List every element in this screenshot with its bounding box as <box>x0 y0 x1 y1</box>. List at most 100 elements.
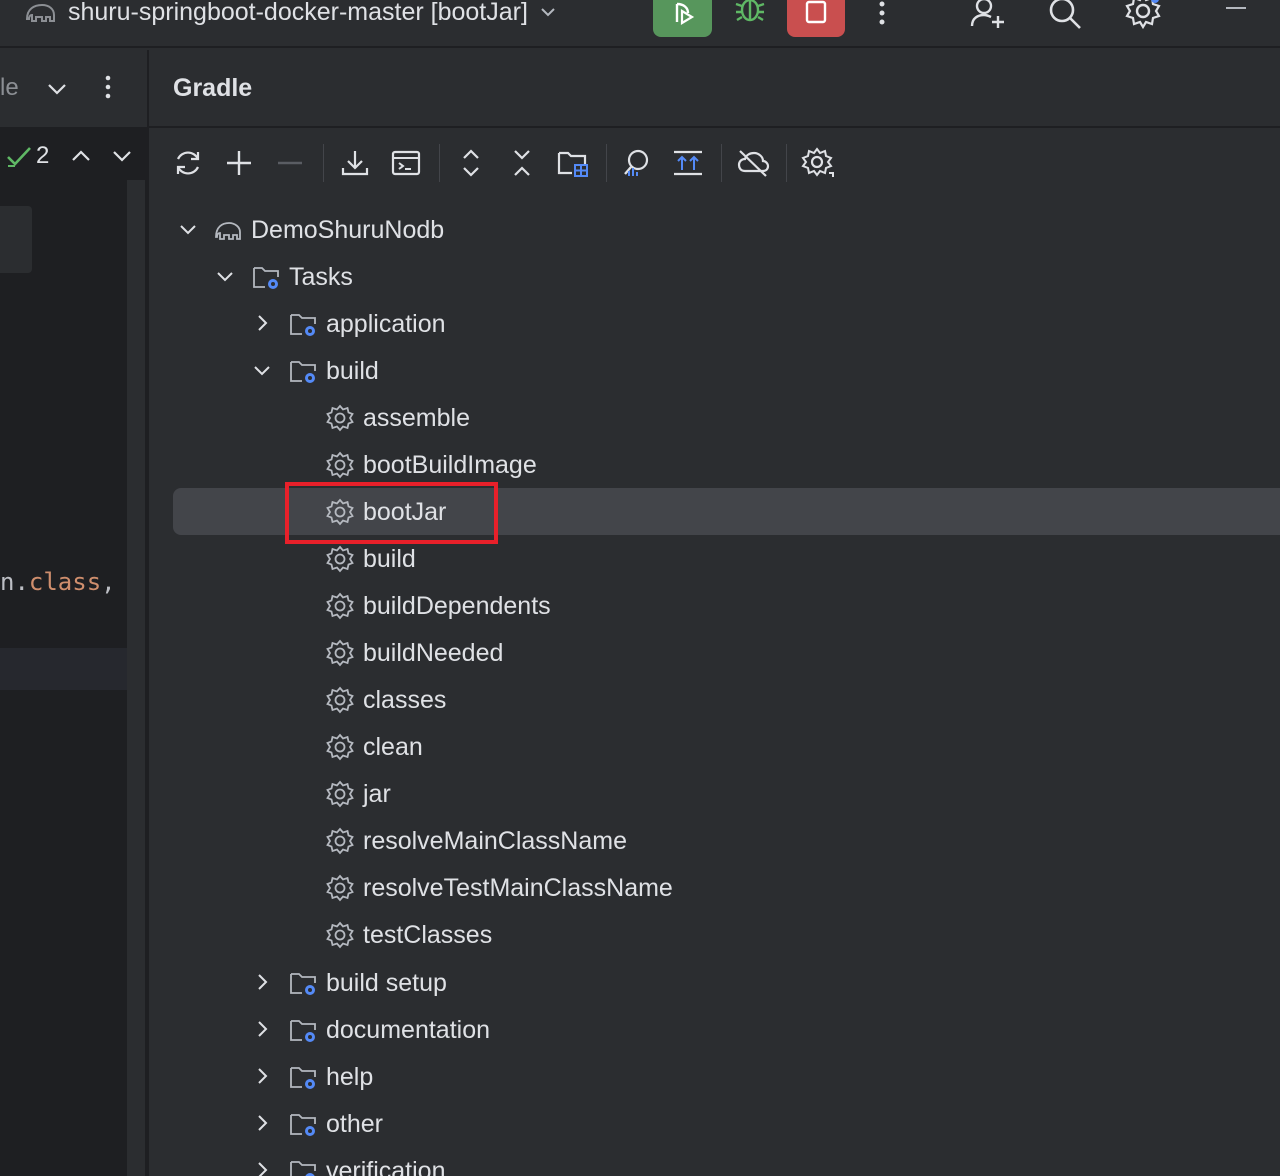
minimize-icon[interactable] <box>1224 0 1248 20</box>
more-actions-icon[interactable] <box>870 0 894 28</box>
execute-task-icon <box>391 150 421 176</box>
expand-all-icon <box>463 149 479 177</box>
add-icon <box>227 151 251 175</box>
more-options-icon[interactable] <box>100 74 116 104</box>
tree-node-task[interactable]: classes <box>173 676 1280 723</box>
toolbar-separator <box>721 144 722 182</box>
debug-button[interactable] <box>728 0 772 32</box>
task-label: buildNeeded <box>363 639 504 667</box>
task-label: resolveMainClassName <box>363 827 627 855</box>
gradle-toolbar <box>149 130 1280 196</box>
group-label: documentation <box>326 1016 491 1044</box>
run-configuration-selector[interactable]: shuru-springboot-docker-master [bootJar] <box>24 0 558 32</box>
group-label: application <box>326 310 446 338</box>
tree-node-project[interactable]: DemoShuruNodb <box>173 206 1280 253</box>
tree-node-task[interactable]: buildNeeded <box>173 629 1280 676</box>
task-folder-icon <box>290 1161 316 1176</box>
chevron-right-icon[interactable] <box>252 1066 272 1086</box>
project-label: DemoShuruNodb <box>251 216 445 244</box>
tree-node-group-build-setup[interactable]: build setup <box>173 959 1280 1006</box>
task-folder-icon <box>290 1114 316 1136</box>
expand-all-button[interactable] <box>454 146 488 180</box>
search-icon[interactable] <box>1046 0 1084 32</box>
run-button[interactable] <box>653 0 712 37</box>
tree-node-task[interactable]: bootJar <box>173 488 1280 535</box>
remove-button[interactable] <box>273 146 307 180</box>
offline-mode-button[interactable] <box>736 146 770 180</box>
tree-node-group-help[interactable]: help <box>173 1053 1280 1100</box>
tree-node-task[interactable]: testClasses <box>173 911 1280 958</box>
remove-icon <box>278 161 302 165</box>
gear-icon <box>326 545 354 573</box>
tree-node-task[interactable]: resolveTestMainClassName <box>173 864 1280 911</box>
chevron-right-icon[interactable] <box>252 1019 272 1039</box>
editor-tab-bar: le <box>0 50 147 128</box>
toolbar-separator <box>439 144 440 182</box>
chevron-up-icon[interactable] <box>70 147 92 165</box>
add-button[interactable] <box>222 146 256 180</box>
current-line-highlight <box>0 648 127 690</box>
inspection-ok-icon <box>7 147 31 167</box>
build-tool-settings-icon <box>801 147 834 177</box>
gear-icon <box>326 592 354 620</box>
execute-task-button[interactable] <box>389 146 423 180</box>
tree-node-group-application[interactable]: application <box>173 300 1280 347</box>
chevron-down-icon[interactable] <box>111 147 133 165</box>
download-sources-button[interactable] <box>338 146 372 180</box>
reload-icon <box>176 151 200 175</box>
tree-node-task[interactable]: buildDependents <box>173 582 1280 629</box>
tree-node-group-build[interactable]: build <box>173 347 1280 394</box>
chevron-down-icon[interactable] <box>178 219 198 239</box>
analyze-dependencies-button[interactable] <box>620 146 654 180</box>
task-label: bootJar <box>363 498 447 526</box>
settings-gear-icon[interactable] <box>1124 0 1162 30</box>
code-with-me-icon[interactable] <box>968 0 1008 30</box>
gear-icon <box>326 404 354 432</box>
tree-node-group-other[interactable]: other <box>173 1100 1280 1147</box>
task-folder-icon <box>253 267 279 289</box>
inspection-widget[interactable]: 2 <box>0 129 147 181</box>
chevron-right-icon[interactable] <box>252 313 272 333</box>
gradle-elephant-icon <box>25 3 55 22</box>
tree-node-task[interactable]: assemble <box>173 394 1280 441</box>
group-label: build <box>326 357 379 385</box>
toolbar-separator <box>323 144 324 182</box>
tree-node-task[interactable]: build <box>173 535 1280 582</box>
build-tool-settings-button[interactable] <box>801 146 835 180</box>
gradle-tool-window: Gradle DemoShuruNodb Tasks application b… <box>147 50 1280 1176</box>
editor-scrollbar[interactable] <box>127 180 145 1176</box>
tree-node-tasks[interactable]: Tasks <box>173 253 1280 300</box>
group-modules-button[interactable] <box>556 146 590 180</box>
task-label: classes <box>363 686 447 714</box>
tree-node-task[interactable]: jar <box>173 770 1280 817</box>
chevron-down-icon[interactable] <box>46 78 68 100</box>
collapse-all-button[interactable] <box>505 146 539 180</box>
inspection-count: 2 <box>36 142 50 169</box>
editor-pane: le 2 n.class, a <box>0 50 147 1176</box>
editor-tab-label[interactable]: le <box>0 74 19 102</box>
toolbar-separator <box>786 144 787 182</box>
group-label: help <box>326 1063 374 1091</box>
tree-node-group-verification[interactable]: verification <box>173 1147 1280 1176</box>
chevron-right-icon[interactable] <box>252 1113 272 1133</box>
show-dependencies-icon <box>674 150 702 176</box>
chevron-down-icon <box>541 8 555 17</box>
tree-node-task[interactable]: clean <box>173 723 1280 770</box>
task-label: testClasses <box>363 921 493 949</box>
chevron-down-icon[interactable] <box>252 360 272 380</box>
stop-button[interactable] <box>787 0 845 37</box>
reload-button[interactable] <box>171 146 205 180</box>
task-folder-icon <box>290 361 316 383</box>
gradle-title: Gradle <box>173 74 253 102</box>
chevron-right-icon[interactable] <box>252 1160 272 1176</box>
chevron-right-icon[interactable] <box>252 972 272 992</box>
gear-icon <box>326 639 354 667</box>
tree-node-task[interactable]: resolveMainClassName <box>173 817 1280 864</box>
group-label: build setup <box>326 969 447 997</box>
toolbar-separator <box>606 144 607 182</box>
show-dependencies-button[interactable] <box>671 146 705 180</box>
tree-node-task[interactable]: bootBuildImage <box>173 441 1280 488</box>
chevron-down-icon[interactable] <box>215 266 235 286</box>
tree-node-group-documentation[interactable]: documentation <box>173 1006 1280 1053</box>
stop-icon <box>805 0 827 23</box>
